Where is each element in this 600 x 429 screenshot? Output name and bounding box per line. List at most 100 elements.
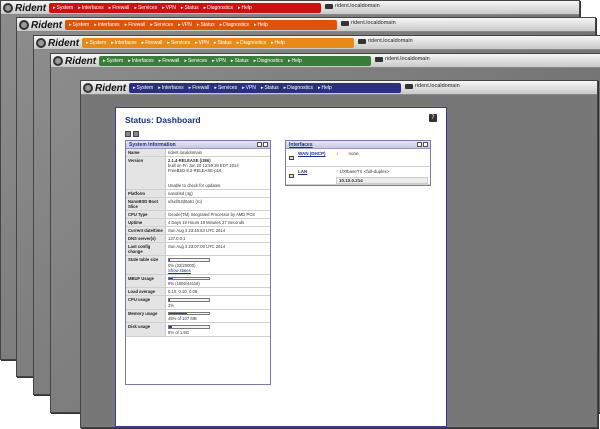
main-menu[interactable]: System Interfaces Firewall Services VPN … (65, 20, 337, 30)
row-label: Uptime (126, 219, 166, 226)
panel-title[interactable]: Interfaces (289, 142, 313, 148)
rident-logo: Rident (3, 2, 46, 14)
menu-status[interactable]: Status (231, 58, 248, 64)
disk-text: 8% of 1.9G (168, 329, 189, 335)
menu-firewall[interactable]: Firewall (109, 5, 129, 11)
menu-firewall[interactable]: Firewall (142, 40, 162, 46)
menu-status[interactable]: Status (181, 5, 198, 11)
menu-diagnostics[interactable]: Diagnostics (220, 22, 249, 28)
help-icon[interactable]: ? (429, 114, 437, 122)
table-row: CPU Type Geode(TM) Integrated Processor b… (126, 211, 270, 219)
rident-logo: Rident (19, 19, 62, 31)
menu-interfaces[interactable]: Interfaces (158, 85, 184, 91)
wan-status: ↓ none (334, 149, 430, 166)
row-label: Current date/time (126, 227, 166, 234)
row-value: 0.10, 0.10, 0.09 (168, 289, 198, 294)
widget-toolbar (125, 131, 139, 137)
logo-text: Rident (31, 19, 63, 31)
memory-text: 45% of 107 MB (168, 316, 197, 321)
menu-interfaces[interactable]: Interfaces (94, 22, 120, 28)
state-table-bar (168, 258, 210, 262)
menu-help[interactable]: Help (254, 22, 268, 28)
menu-services[interactable]: Services (150, 22, 173, 28)
hostname-text: rident.localdomain (351, 20, 396, 26)
menu-system[interactable]: System (133, 85, 154, 91)
menu-diagnostics[interactable]: Diagnostics (284, 85, 313, 91)
host-icon (341, 20, 349, 26)
save-layout-icon[interactable] (133, 131, 139, 137)
menu-status[interactable]: Status (214, 40, 231, 46)
menu-system[interactable]: System (69, 22, 90, 28)
add-widget-icon[interactable] (125, 131, 131, 137)
table-row: Current date/time Sun Aug 3 23:46:53 UTC … (126, 227, 270, 235)
title-bar: Rident System Interfaces Firewall Servic… (81, 81, 597, 95)
menu-help[interactable]: Help (288, 58, 302, 64)
menu-vpn[interactable]: VPN (178, 22, 192, 28)
lan-ip-address: 10.10.0.214 (336, 177, 428, 184)
hostname-label: rident.localdomain (375, 56, 430, 62)
row-label: MBUF Usage (126, 274, 166, 287)
menu-vpn[interactable]: VPN (162, 5, 176, 11)
menu-system[interactable]: System (53, 5, 74, 11)
wan-link[interactable]: WAN (DHCP) (296, 149, 334, 166)
close-icon[interactable] (263, 142, 268, 147)
menu-vpn[interactable]: VPN (195, 40, 209, 46)
minimize-icon[interactable] (417, 142, 422, 147)
host-icon (358, 38, 366, 44)
table-row: Platform nanobsd (4g) (126, 190, 270, 198)
up-arrow-icon: ↑ (336, 169, 339, 175)
dashboard-content: Status: Dashboard ? System Information N… (115, 107, 447, 427)
menu-services[interactable]: Services (214, 85, 237, 91)
table-row: DNS server(s) 127.0.0.1 (126, 235, 270, 243)
row-label: Memory usage (126, 309, 166, 322)
interfaces-panel: Interfaces WAN (DHCP) ↓ none LAN ↑100base… (285, 140, 431, 186)
row-value: Sun Aug 3 23:46:53 UTC 2014 (168, 228, 226, 233)
down-arrow-icon: ↓ (336, 151, 339, 157)
minimize-icon[interactable] (257, 142, 262, 147)
menu-diagnostics[interactable]: Diagnostics (254, 58, 283, 64)
menu-help[interactable]: Help (318, 85, 332, 91)
menu-firewall[interactable]: Firewall (125, 22, 145, 28)
menu-status[interactable]: Status (197, 22, 214, 28)
lan-status-text: 100baseTX <full-duplex> (339, 169, 390, 174)
menu-firewall[interactable]: Firewall (189, 85, 209, 91)
host-icon (405, 83, 413, 89)
hostname-label: rident.localdomain (341, 20, 396, 26)
row-label: NanoBSD Boot Slice (126, 198, 166, 210)
main-menu[interactable]: System Interfaces Firewall Services VPN … (82, 38, 354, 48)
menu-vpn[interactable]: VPN (212, 58, 226, 64)
lan-link[interactable]: LAN (296, 167, 334, 184)
menu-interfaces[interactable]: Interfaces (78, 5, 104, 11)
main-menu[interactable]: System Interfaces Firewall Services VPN … (99, 56, 371, 66)
hostname-label: rident.localdomain (405, 83, 460, 89)
menu-help[interactable]: Help (238, 5, 252, 11)
menu-system[interactable]: System (103, 58, 124, 64)
main-menu[interactable]: System Interfaces Firewall Services VPN … (49, 3, 321, 13)
menu-system[interactable]: System (86, 40, 107, 46)
close-icon[interactable] (423, 142, 428, 147)
window-5[interactable]: Rident System Interfaces Firewall Servic… (80, 80, 598, 428)
menu-firewall[interactable]: Firewall (159, 58, 179, 64)
menu-help[interactable]: Help (271, 40, 285, 46)
table-row: Last config change Sun Aug 3 23:07:09 UTC… (126, 243, 270, 256)
row-value: 9% (1892/44116) (166, 275, 270, 288)
table-row: Uptime 4 Days 19 Hours 19 Minutes 27 Seco… (126, 219, 270, 227)
menu-services[interactable]: Services (167, 40, 190, 46)
menu-services[interactable]: Services (134, 5, 157, 11)
page-title: Status: Dashboard (125, 115, 201, 125)
logo-text: Rident (95, 82, 127, 94)
menu-diagnostics[interactable]: Diagnostics (204, 5, 233, 11)
row-label: Disk usage (126, 323, 166, 336)
menu-vpn[interactable]: VPN (242, 85, 256, 91)
menu-status[interactable]: Status (261, 85, 278, 91)
menu-interfaces[interactable]: Interfaces (111, 40, 137, 46)
bar-fill (169, 299, 170, 301)
main-menu[interactable]: System Interfaces Firewall Services VPN … (129, 83, 401, 93)
show-states-link[interactable]: Show states (168, 268, 268, 273)
row-label: Last config change (126, 243, 166, 255)
row-label: DNS server(s) (126, 235, 166, 242)
menu-diagnostics[interactable]: Diagnostics (237, 40, 266, 46)
menu-services[interactable]: Services (184, 58, 207, 64)
menu-interfaces[interactable]: Interfaces (128, 58, 154, 64)
title-bar: Rident System Interfaces Firewall Servic… (34, 36, 600, 50)
